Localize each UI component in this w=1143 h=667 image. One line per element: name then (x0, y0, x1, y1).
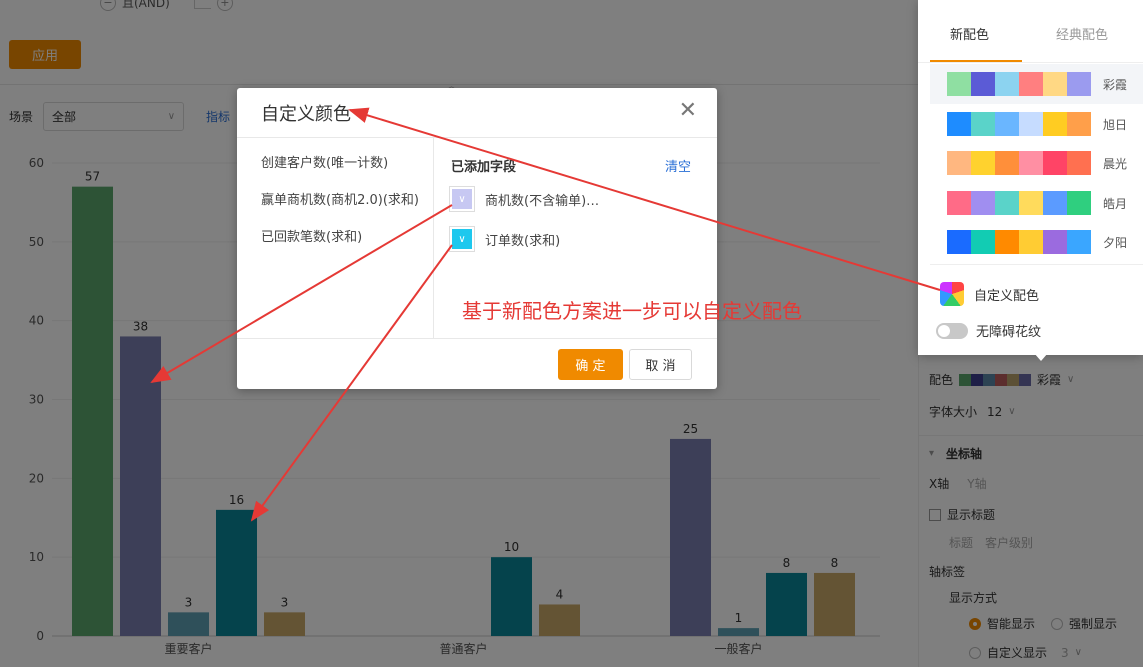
palette-swatches (947, 151, 1091, 175)
swatch-color (971, 151, 995, 175)
swatch-color (1019, 112, 1043, 136)
swatch-color (1043, 112, 1067, 136)
palette-tabs: 新配色 经典配色 (918, 0, 1143, 63)
swatch-color (947, 72, 971, 96)
swatch-color (1067, 72, 1091, 96)
swatch-color (1067, 112, 1091, 136)
active-tab-indicator (930, 60, 1022, 62)
palette-scheme-row[interactable]: 皓月 (930, 183, 1143, 223)
color-picker-button[interactable]: ∨ (449, 226, 475, 252)
added-field-item: ∨ 订单数(求和) (449, 226, 560, 252)
palette-scheme-row[interactable]: 夕阳 (930, 222, 1143, 262)
added-field-item: ∨ 商机数(不含输单)… (449, 186, 599, 212)
palette-popover: 新配色 经典配色 彩霞旭日晨光皓月夕阳 自定义配色 无障碍花纹 (918, 0, 1143, 355)
field-item[interactable]: 赢单商机数(商机2.0)(求和) (261, 189, 419, 226)
confirm-button[interactable]: 确 定 (558, 349, 623, 380)
divider (237, 137, 717, 138)
available-field-list: 创建客户数(唯一计数) 赢单商机数(商机2.0)(求和) 已回款笔数(求和) (261, 152, 419, 263)
swatch-color (1019, 72, 1043, 96)
field-item[interactable]: 已回款笔数(求和) (261, 226, 419, 263)
palette-swatches (947, 191, 1091, 215)
color-picker-button[interactable]: ∨ (449, 186, 475, 212)
custom-palette-option[interactable]: 自定义配色 (940, 282, 1039, 306)
swatch-color (947, 191, 971, 215)
palette-scheme-name: 旭日 (1103, 117, 1128, 132)
swatch-color (947, 230, 971, 254)
swatch-color (971, 72, 995, 96)
added-fields-title: 已添加字段 (451, 160, 517, 175)
tab-new-palette[interactable]: 新配色 (950, 24, 989, 43)
close-icon[interactable]: ✕ (679, 98, 697, 123)
swatch-color (971, 191, 995, 215)
accessibility-toggle[interactable] (936, 322, 968, 339)
swatch-color (947, 151, 971, 175)
accessibility-pattern-option: 无障碍花纹 (936, 321, 1041, 340)
annotation-text: 基于新配色方案进一步可以自定义配色 (462, 299, 802, 323)
divider (237, 338, 717, 339)
swatch-color (1043, 191, 1067, 215)
palette-scheme-name: 夕阳 (1103, 235, 1128, 250)
palette-swatches (947, 72, 1091, 96)
swatch-color (1067, 191, 1091, 215)
swatch-color (1043, 72, 1067, 96)
palette-scheme-name: 晨光 (1103, 156, 1128, 171)
swatch-color (1067, 230, 1091, 254)
chevron-down-icon: ∨ (452, 189, 472, 209)
swatch-color (1019, 191, 1043, 215)
custom-palette-label: 自定义配色 (974, 288, 1040, 304)
dialog-title: 自定义颜色 (261, 104, 351, 125)
palette-icon (940, 282, 964, 306)
divider (433, 138, 434, 338)
palette-scheme-row[interactable]: 旭日 (930, 104, 1143, 144)
clear-link[interactable]: 清空 (665, 156, 691, 175)
swatch-color (995, 230, 1019, 254)
field-item[interactable]: 创建客户数(唯一计数) (261, 152, 419, 189)
swatch-color (971, 230, 995, 254)
swatch-color (1043, 230, 1067, 254)
swatch-color (995, 191, 1019, 215)
palette-scheme-name: 皓月 (1103, 196, 1128, 211)
added-field-label: 商机数(不含输单)… (485, 193, 600, 209)
accessibility-label: 无障碍花纹 (976, 325, 1042, 340)
palette-swatches (947, 230, 1091, 254)
tab-classic-palette[interactable]: 经典配色 (1056, 24, 1108, 43)
swatch-color (1067, 151, 1091, 175)
swatch-color (1019, 151, 1043, 175)
palette-swatches (947, 112, 1091, 136)
palette-scheme-row[interactable]: 彩霞 (930, 64, 1143, 104)
palette-scheme-row[interactable]: 晨光 (930, 143, 1143, 183)
popover-arrow (1034, 353, 1048, 361)
swatch-color (947, 112, 971, 136)
swatch-color (1019, 230, 1043, 254)
swatch-color (995, 72, 1019, 96)
added-field-label: 订单数(求和) (485, 233, 561, 249)
cancel-button[interactable]: 取 消 (629, 349, 692, 380)
custom-color-dialog: 自定义颜色 ✕ 创建客户数(唯一计数) 赢单商机数(商机2.0)(求和) 已回款… (237, 88, 717, 389)
swatch-color (1043, 151, 1067, 175)
swatch-color (971, 112, 995, 136)
palette-scheme-name: 彩霞 (1103, 77, 1128, 92)
toggle-knob (938, 324, 950, 337)
divider (930, 264, 1143, 265)
swatch-color (995, 151, 1019, 175)
chevron-down-icon: ∨ (452, 229, 472, 249)
swatch-color (995, 112, 1019, 136)
